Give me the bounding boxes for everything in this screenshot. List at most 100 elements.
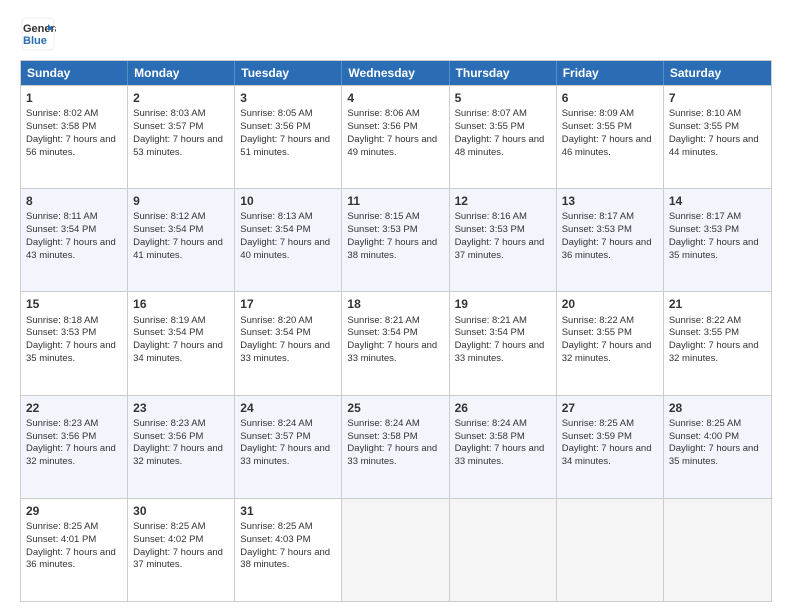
sunrise: Sunrise: 8:23 AM: [26, 418, 98, 429]
sunrise: Sunrise: 8:21 AM: [455, 315, 527, 326]
daylight: Daylight: 7 hours and 53 minutes.: [133, 134, 223, 158]
day-cell-28: 28 Sunrise: 8:25 AM Sunset: 4:00 PM Dayl…: [664, 396, 771, 498]
sunrise: Sunrise: 8:17 AM: [562, 211, 634, 222]
daylight: Daylight: 7 hours and 33 minutes.: [347, 443, 437, 467]
day-cell-5: 5 Sunrise: 8:07 AM Sunset: 3:55 PM Dayli…: [450, 86, 557, 188]
sunset: Sunset: 3:55 PM: [669, 121, 739, 132]
sunrise: Sunrise: 8:07 AM: [455, 108, 527, 119]
daylight: Daylight: 7 hours and 33 minutes.: [455, 340, 545, 364]
day-cell-9: 9 Sunrise: 8:12 AM Sunset: 3:54 PM Dayli…: [128, 189, 235, 291]
header-day-thursday: Thursday: [450, 61, 557, 85]
sunset: Sunset: 4:02 PM: [133, 534, 203, 545]
sunset: Sunset: 4:00 PM: [669, 431, 739, 442]
day-cell-24: 24 Sunrise: 8:24 AM Sunset: 3:57 PM Dayl…: [235, 396, 342, 498]
day-number: 17: [240, 296, 336, 312]
daylight: Daylight: 7 hours and 38 minutes.: [240, 547, 330, 571]
day-number: 27: [562, 400, 658, 416]
empty-cell: [664, 499, 771, 601]
day-number: 18: [347, 296, 443, 312]
day-cell-15: 15 Sunrise: 8:18 AM Sunset: 3:53 PM Dayl…: [21, 292, 128, 394]
sunset: Sunset: 3:56 PM: [240, 121, 310, 132]
day-number: 23: [133, 400, 229, 416]
day-cell-10: 10 Sunrise: 8:13 AM Sunset: 3:54 PM Dayl…: [235, 189, 342, 291]
sunrise: Sunrise: 8:11 AM: [26, 211, 98, 222]
daylight: Daylight: 7 hours and 38 minutes.: [347, 237, 437, 261]
daylight: Daylight: 7 hours and 32 minutes.: [26, 443, 116, 467]
calendar-row-1: 8 Sunrise: 8:11 AM Sunset: 3:54 PM Dayli…: [21, 188, 771, 291]
day-number: 20: [562, 296, 658, 312]
logo-icon: General Blue: [20, 16, 56, 52]
header-day-friday: Friday: [557, 61, 664, 85]
daylight: Daylight: 7 hours and 35 minutes.: [669, 237, 759, 261]
day-cell-23: 23 Sunrise: 8:23 AM Sunset: 3:56 PM Dayl…: [128, 396, 235, 498]
sunset: Sunset: 3:53 PM: [26, 327, 96, 338]
sunset: Sunset: 3:53 PM: [669, 224, 739, 235]
daylight: Daylight: 7 hours and 37 minutes.: [455, 237, 545, 261]
daylight: Daylight: 7 hours and 32 minutes.: [669, 340, 759, 364]
sunrise: Sunrise: 8:22 AM: [669, 315, 741, 326]
day-number: 30: [133, 503, 229, 519]
sunrise: Sunrise: 8:03 AM: [133, 108, 205, 119]
header: General Blue: [20, 16, 772, 52]
day-number: 12: [455, 193, 551, 209]
sunset: Sunset: 3:55 PM: [562, 327, 632, 338]
day-number: 28: [669, 400, 766, 416]
daylight: Daylight: 7 hours and 51 minutes.: [240, 134, 330, 158]
sunrise: Sunrise: 8:21 AM: [347, 315, 419, 326]
day-cell-20: 20 Sunrise: 8:22 AM Sunset: 3:55 PM Dayl…: [557, 292, 664, 394]
sunrise: Sunrise: 8:22 AM: [562, 315, 634, 326]
sunrise: Sunrise: 8:24 AM: [347, 418, 419, 429]
daylight: Daylight: 7 hours and 33 minutes.: [347, 340, 437, 364]
sunset: Sunset: 4:01 PM: [26, 534, 96, 545]
sunrise: Sunrise: 8:25 AM: [26, 521, 98, 532]
day-cell-26: 26 Sunrise: 8:24 AM Sunset: 3:58 PM Dayl…: [450, 396, 557, 498]
daylight: Daylight: 7 hours and 49 minutes.: [347, 134, 437, 158]
sunset: Sunset: 3:54 PM: [240, 327, 310, 338]
daylight: Daylight: 7 hours and 35 minutes.: [669, 443, 759, 467]
day-number: 14: [669, 193, 766, 209]
sunset: Sunset: 3:57 PM: [240, 431, 310, 442]
day-number: 29: [26, 503, 122, 519]
header-day-wednesday: Wednesday: [342, 61, 449, 85]
sunrise: Sunrise: 8:13 AM: [240, 211, 312, 222]
daylight: Daylight: 7 hours and 56 minutes.: [26, 134, 116, 158]
sunset: Sunset: 3:57 PM: [133, 121, 203, 132]
day-cell-12: 12 Sunrise: 8:16 AM Sunset: 3:53 PM Dayl…: [450, 189, 557, 291]
day-cell-22: 22 Sunrise: 8:23 AM Sunset: 3:56 PM Dayl…: [21, 396, 128, 498]
day-number: 6: [562, 90, 658, 106]
day-cell-29: 29 Sunrise: 8:25 AM Sunset: 4:01 PM Dayl…: [21, 499, 128, 601]
daylight: Daylight: 7 hours and 34 minutes.: [133, 340, 223, 364]
daylight: Daylight: 7 hours and 36 minutes.: [562, 237, 652, 261]
day-cell-3: 3 Sunrise: 8:05 AM Sunset: 3:56 PM Dayli…: [235, 86, 342, 188]
day-cell-21: 21 Sunrise: 8:22 AM Sunset: 3:55 PM Dayl…: [664, 292, 771, 394]
daylight: Daylight: 7 hours and 36 minutes.: [26, 547, 116, 571]
sunset: Sunset: 3:58 PM: [455, 431, 525, 442]
empty-cell: [450, 499, 557, 601]
day-cell-25: 25 Sunrise: 8:24 AM Sunset: 3:58 PM Dayl…: [342, 396, 449, 498]
sunset: Sunset: 3:55 PM: [562, 121, 632, 132]
sunrise: Sunrise: 8:10 AM: [669, 108, 741, 119]
day-number: 25: [347, 400, 443, 416]
header-day-tuesday: Tuesday: [235, 61, 342, 85]
day-number: 21: [669, 296, 766, 312]
sunrise: Sunrise: 8:06 AM: [347, 108, 419, 119]
day-cell-18: 18 Sunrise: 8:21 AM Sunset: 3:54 PM Dayl…: [342, 292, 449, 394]
day-cell-2: 2 Sunrise: 8:03 AM Sunset: 3:57 PM Dayli…: [128, 86, 235, 188]
sunrise: Sunrise: 8:16 AM: [455, 211, 527, 222]
daylight: Daylight: 7 hours and 48 minutes.: [455, 134, 545, 158]
empty-cell: [342, 499, 449, 601]
day-number: 24: [240, 400, 336, 416]
day-number: 8: [26, 193, 122, 209]
day-number: 22: [26, 400, 122, 416]
day-number: 7: [669, 90, 766, 106]
sunset: Sunset: 3:53 PM: [347, 224, 417, 235]
sunset: Sunset: 3:53 PM: [562, 224, 632, 235]
day-cell-4: 4 Sunrise: 8:06 AM Sunset: 3:56 PM Dayli…: [342, 86, 449, 188]
day-number: 13: [562, 193, 658, 209]
day-cell-6: 6 Sunrise: 8:09 AM Sunset: 3:55 PM Dayli…: [557, 86, 664, 188]
sunrise: Sunrise: 8:17 AM: [669, 211, 741, 222]
sunset: Sunset: 3:58 PM: [347, 431, 417, 442]
sunrise: Sunrise: 8:12 AM: [133, 211, 205, 222]
daylight: Daylight: 7 hours and 33 minutes.: [240, 443, 330, 467]
sunset: Sunset: 3:54 PM: [133, 327, 203, 338]
